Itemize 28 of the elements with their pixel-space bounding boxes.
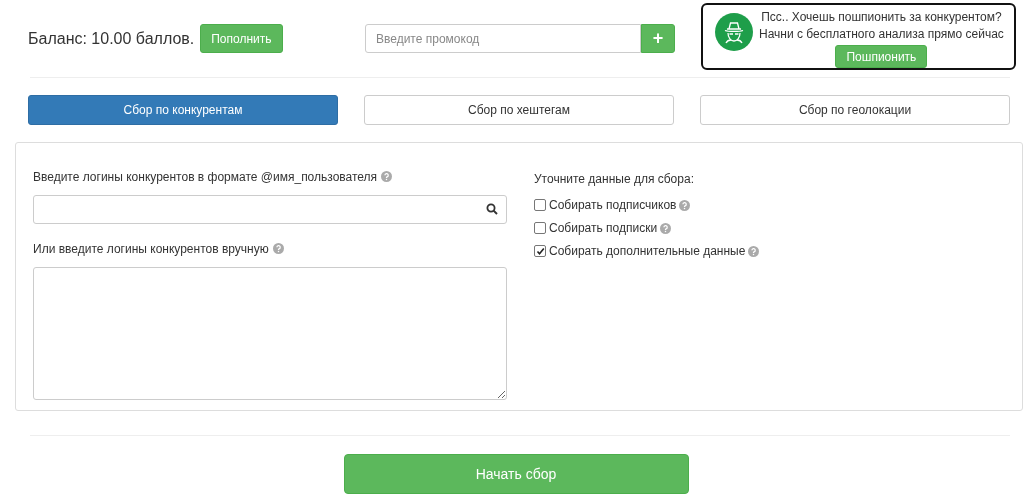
checkbox-label: Собирать дополнительные данные <box>549 244 746 259</box>
promo-text: Начни с бесплатного анализа прямо сейчас <box>759 26 1004 43</box>
start-button[interactable]: Начать сбор <box>343 454 689 494</box>
checkbox[interactable] <box>534 199 546 212</box>
search-icon <box>486 203 498 216</box>
checkbox-label: Собирать подписки <box>549 221 658 236</box>
section-heading: Уточните данные для сбора: <box>534 171 694 186</box>
field-label: Введите логины конкурентов в формате @имя_пользователя <box>33 169 378 184</box>
collection-tab[interactable]: Сбор по конкурентам <box>28 94 338 125</box>
balance-text: Баланс: 10.00 баллов. <box>28 29 195 48</box>
help-icon <box>679 199 691 211</box>
checkbox[interactable] <box>534 245 546 258</box>
help-icon <box>660 222 672 234</box>
logins-search-field[interactable] <box>33 194 507 224</box>
spy-icon <box>715 13 753 51</box>
collection-tab[interactable]: Сбор по геолокации <box>700 94 1010 125</box>
checkbox-label: Собирать подписчиков <box>549 198 677 213</box>
help-icon <box>272 243 284 255</box>
spy-button[interactable]: Пошпионить <box>835 45 928 68</box>
field-label: Или введите логины конкурентов вручную <box>33 241 269 256</box>
promo-code-field[interactable]: Введите промокод <box>365 24 641 53</box>
help-icon <box>381 171 393 183</box>
top-up-button[interactable]: Пополнить <box>200 24 283 53</box>
add-promo-button[interactable]: + <box>641 24 675 53</box>
collection-tab[interactable]: Сбор по хештегам <box>364 94 674 125</box>
help-icon <box>748 245 760 257</box>
checkbox[interactable] <box>534 222 546 235</box>
promo-text: Псс.. Хочешь пошпионить за конкурентом? <box>761 9 1002 26</box>
